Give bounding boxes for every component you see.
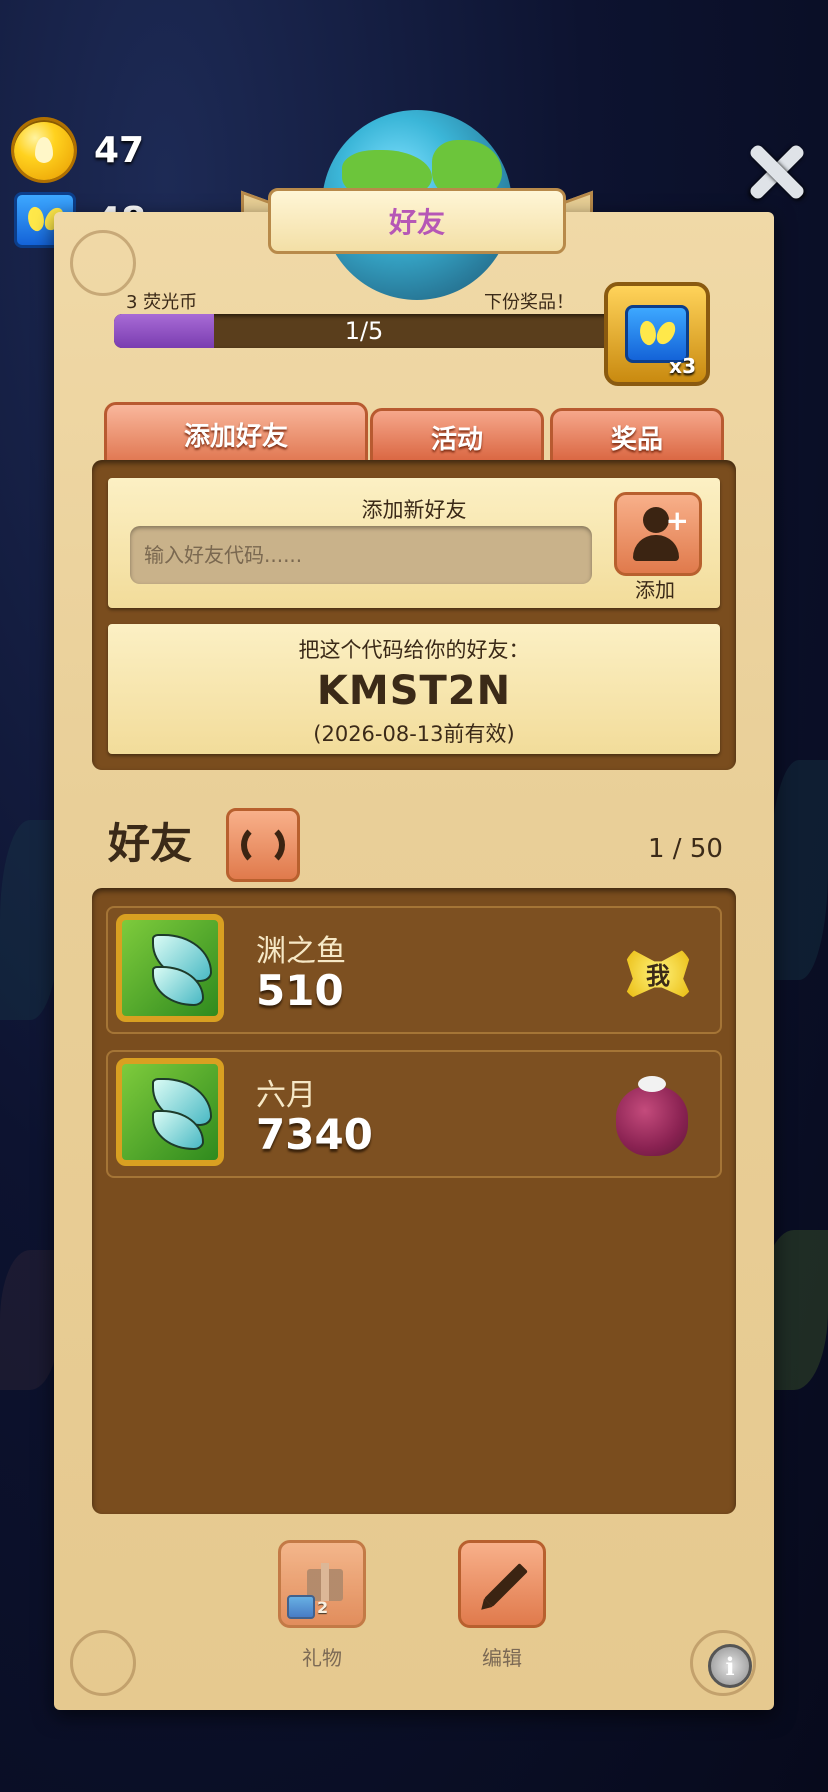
- add-button-label: 添加: [635, 578, 675, 602]
- friend-count: 1 / 50: [648, 834, 723, 864]
- background-foliage: [0, 1250, 60, 1390]
- me-butterfly-badge: 我: [622, 944, 694, 1002]
- tab-add-friend[interactable]: 添加好友: [104, 402, 368, 463]
- my-friend-code: KMST2N: [316, 668, 512, 714]
- gift-badge: 2: [287, 1595, 328, 1619]
- refresh-icon: [241, 823, 285, 867]
- me-badge-label: 我: [646, 961, 670, 990]
- gift-button[interactable]: 2: [278, 1540, 366, 1628]
- friend-row[interactable]: 六月 7340: [106, 1050, 722, 1178]
- background-foliage: [770, 760, 828, 980]
- progress-left-label: 3 荧光币: [126, 292, 198, 313]
- glow-coin-icon: [14, 120, 74, 180]
- corner-ornament: [70, 230, 136, 296]
- info-icon[interactable]: i: [708, 1644, 752, 1688]
- reward-multiplier: x3: [669, 354, 696, 378]
- friend-avatar: [116, 1058, 224, 1166]
- code-valid-until: (2026-08-13前有效): [313, 722, 515, 746]
- coin-value: 47: [94, 129, 145, 171]
- add-friend-button[interactable]: +: [614, 492, 702, 576]
- friend-code-input[interactable]: [130, 526, 592, 584]
- friend-score: 510: [256, 966, 344, 1015]
- friend-avatar: [116, 914, 224, 1022]
- coin-counter: 47: [14, 120, 144, 180]
- corner-ornament: [70, 1630, 136, 1696]
- panel-title: 好友: [268, 188, 566, 254]
- friend-row[interactable]: 渊之鱼 510 我: [106, 906, 722, 1034]
- tab-prizes[interactable]: 奖品: [550, 408, 724, 463]
- gift-label: 礼物: [302, 1646, 342, 1670]
- friends-heading: 好友: [108, 819, 193, 868]
- butterfly-icon: [287, 1595, 315, 1619]
- refresh-button[interactable]: [226, 808, 300, 882]
- tab-events[interactable]: 活动: [370, 408, 544, 463]
- friend-score: 7340: [256, 1110, 373, 1159]
- next-reward-box[interactable]: x3: [604, 282, 710, 386]
- progress-right-label: 下份奖品！: [484, 292, 574, 313]
- gift-count: 2: [317, 1597, 329, 1617]
- friend-name: 六月: [256, 1078, 316, 1113]
- pencil-icon: [484, 1563, 528, 1607]
- plus-icon: +: [665, 504, 689, 537]
- cocoon-icon[interactable]: [616, 1076, 688, 1156]
- share-title: 把这个代码给你的好友：: [298, 638, 530, 662]
- friend-name: 渊之鱼: [256, 934, 346, 969]
- close-icon[interactable]: [744, 140, 808, 204]
- add-person-icon-body: [633, 535, 679, 561]
- background-foliage: [0, 820, 60, 1020]
- progress-text: 1/5: [344, 317, 384, 345]
- edit-label: 编辑: [482, 1646, 522, 1670]
- edit-button[interactable]: [458, 1540, 546, 1628]
